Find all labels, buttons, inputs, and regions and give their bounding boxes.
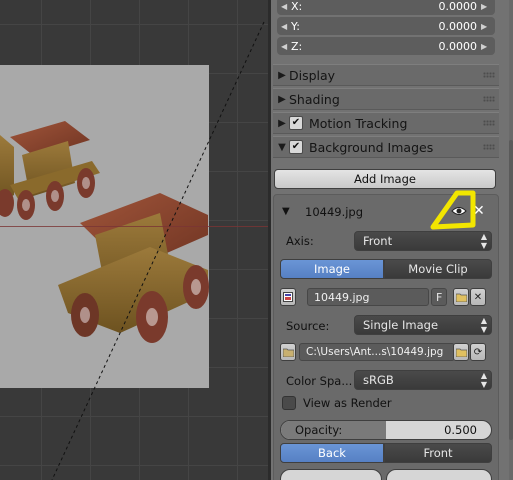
panel-shading-label: Shading (289, 91, 340, 107)
increment-arrow-icon[interactable]: ▶ (481, 2, 491, 11)
camera-frustum-line (51, 21, 265, 480)
drag-grip-icon[interactable] (483, 72, 495, 78)
axis-dropdown[interactable]: Front ▲ ▼ (354, 231, 492, 251)
highlight-annotation (430, 190, 476, 230)
decrement-arrow-icon[interactable]: ◀ (281, 2, 291, 11)
dropdown-arrows-icon: ▲ ▼ (480, 371, 487, 389)
source-dropdown[interactable]: Single Image ▲ ▼ (354, 315, 492, 335)
panel-display-label: Display (289, 67, 336, 83)
offset-y-field[interactable] (386, 469, 492, 480)
add-image-label: Add Image (354, 172, 416, 186)
properties-panel: ◀ X: 0.0000 ▶ ◀ Y: 0.0000 ▶ ◀ Z: 0.0000 … (271, 0, 513, 480)
drag-grip-icon[interactable] (483, 96, 495, 102)
panel-scrollbar[interactable] (509, 0, 513, 480)
source-value: Single Image (363, 318, 439, 332)
filepath-field[interactable]: C:\Users\Ant...s\10449.jpg (299, 343, 455, 361)
scrollbar-thumb[interactable] (509, 140, 513, 440)
tab-image[interactable]: Image (280, 259, 384, 279)
location-z-field[interactable]: ◀ Z: 0.0000 ▶ (277, 37, 495, 55)
background-images-checkbox[interactable]: ✔ (289, 140, 303, 154)
axis-label: Axis: (286, 234, 314, 248)
color-space-value: sRGB (363, 373, 394, 387)
tab-front-label: Front (423, 446, 453, 460)
refresh-icon[interactable]: ⟳ (470, 343, 486, 361)
color-space-label: Color Spa... (286, 374, 353, 388)
3d-viewport[interactable] (0, 0, 268, 480)
y-value: 0.0000 (438, 19, 478, 33)
filepath-value: C:\Users\Ant...s\10449.jpg (306, 346, 444, 358)
folder-icon[interactable] (453, 288, 469, 306)
collapsed-triangle-icon: ▶ (278, 93, 286, 105)
tab-front[interactable]: Front (384, 443, 492, 463)
opacity-label: Opacity: (295, 423, 343, 437)
motion-tracking-checkbox[interactable]: ✔ (289, 116, 303, 130)
source-label: Source: (286, 319, 330, 333)
panel-motion-tracking-label: Motion Tracking (309, 115, 408, 131)
z-value: 0.0000 (438, 39, 478, 53)
panel-motion-tracking-header[interactable]: ▶ ✔ Motion Tracking (273, 112, 499, 134)
panel-background-images-header[interactable]: ▼ ✔ Background Images (273, 136, 499, 158)
tab-image-label: Image (313, 262, 351, 276)
x-label: X: (291, 0, 303, 13)
panel-background-images-label: Background Images (309, 139, 434, 155)
decrement-arrow-icon[interactable]: ◀ (281, 42, 291, 51)
background-image-item: ▼ 10449.jpg ✕ Axis: Front ▲ ▼ Image Movie… (273, 194, 499, 480)
item-name-label: 10449.jpg (305, 205, 364, 219)
image-name-field[interactable]: 10449.jpg (307, 288, 429, 306)
expanded-triangle-icon[interactable]: ▼ (282, 206, 290, 217)
increment-arrow-icon[interactable]: ▶ (481, 22, 491, 31)
x-value: 0.0000 (438, 0, 478, 13)
location-x-field[interactable]: ◀ X: 0.0000 ▶ (277, 0, 495, 15)
decrement-arrow-icon[interactable]: ◀ (281, 22, 291, 31)
offset-x-field[interactable] (280, 469, 382, 480)
image-icon[interactable] (280, 288, 296, 306)
location-y-field[interactable]: ◀ Y: 0.0000 ▶ (277, 17, 495, 35)
drag-grip-icon[interactable] (483, 120, 495, 126)
collapsed-triangle-icon: ▶ (278, 117, 286, 129)
panel-shading-header[interactable]: ▶ Shading (273, 88, 499, 110)
expanded-triangle-icon: ▼ (278, 141, 286, 153)
folder-icon[interactable] (453, 343, 469, 361)
color-space-dropdown[interactable]: sRGB ▲ ▼ (354, 370, 492, 390)
tab-back-label: Back (318, 446, 346, 460)
opacity-slider[interactable]: Opacity: 0.500 (280, 420, 492, 440)
image-name-value: 10449.jpg (314, 290, 370, 304)
view-as-render-checkbox[interactable] (282, 396, 296, 410)
increment-arrow-icon[interactable]: ▶ (481, 42, 491, 51)
tab-back[interactable]: Back (280, 443, 384, 463)
tab-movie-clip-label: Movie Clip (408, 262, 468, 276)
collapsed-triangle-icon: ▶ (278, 69, 286, 81)
file-icon[interactable] (280, 343, 296, 361)
panel-display-header[interactable]: ▶ Display (273, 64, 499, 86)
tab-movie-clip[interactable]: Movie Clip (384, 259, 492, 279)
z-label: Z: (291, 39, 303, 53)
fake-user-button[interactable]: F (431, 288, 447, 306)
drag-grip-icon[interactable] (483, 144, 495, 150)
view-as-render-label: View as Render (303, 396, 392, 410)
add-image-button[interactable]: Add Image (274, 169, 496, 189)
y-label: Y: (291, 19, 300, 33)
fake-user-label: F (436, 290, 443, 304)
unlink-close-icon[interactable]: ✕ (470, 288, 486, 306)
axis-value: Front (363, 234, 393, 248)
dropdown-arrows-icon: ▲ ▼ (480, 316, 487, 334)
dropdown-arrows-icon: ▲ ▼ (480, 232, 487, 250)
opacity-value: 0.500 (444, 423, 477, 437)
